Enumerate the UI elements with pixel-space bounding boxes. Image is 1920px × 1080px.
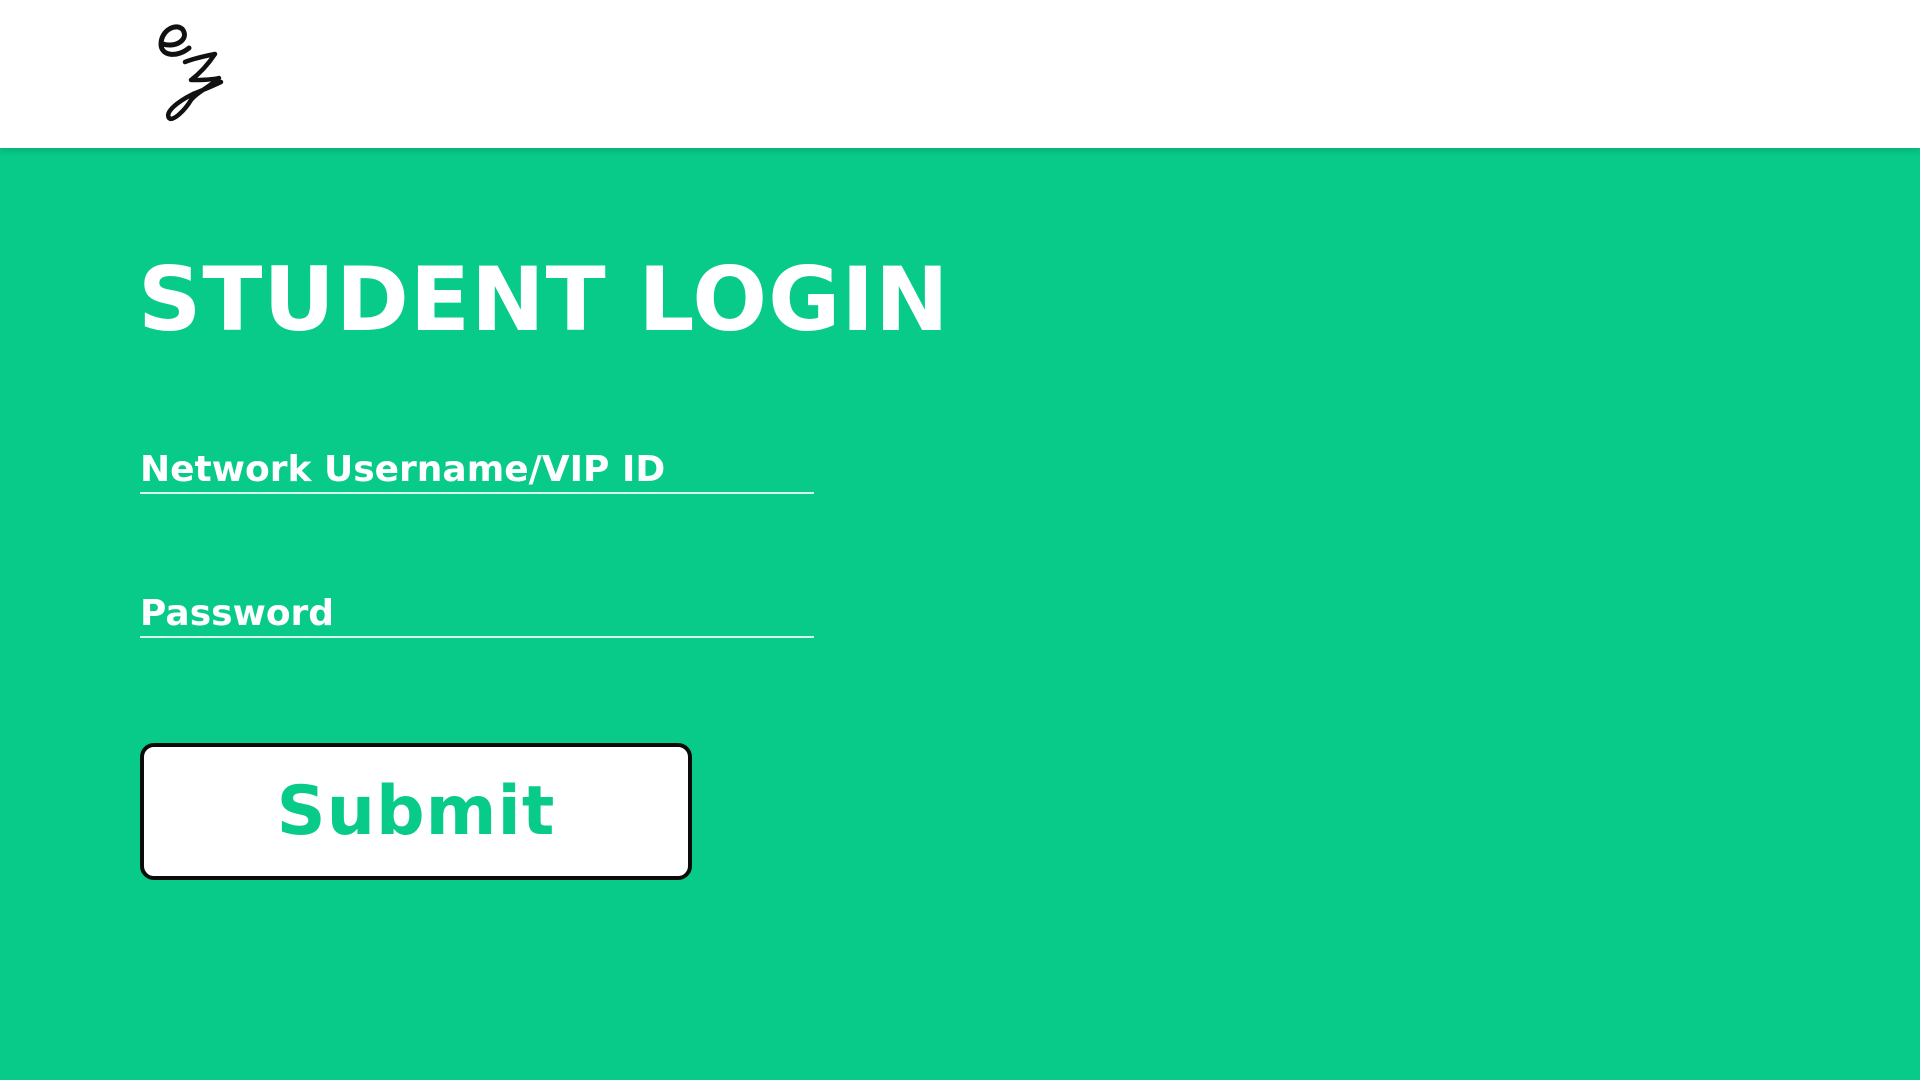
username-input[interactable] xyxy=(140,446,814,494)
ez-logo-icon[interactable] xyxy=(155,22,225,126)
password-input[interactable] xyxy=(140,590,814,638)
top-header xyxy=(0,0,1920,148)
page-title: STUDENT LOGIN xyxy=(138,248,950,351)
submit-button[interactable]: Submit xyxy=(140,743,692,880)
login-section: STUDENT LOGIN Submit xyxy=(0,148,1920,1080)
